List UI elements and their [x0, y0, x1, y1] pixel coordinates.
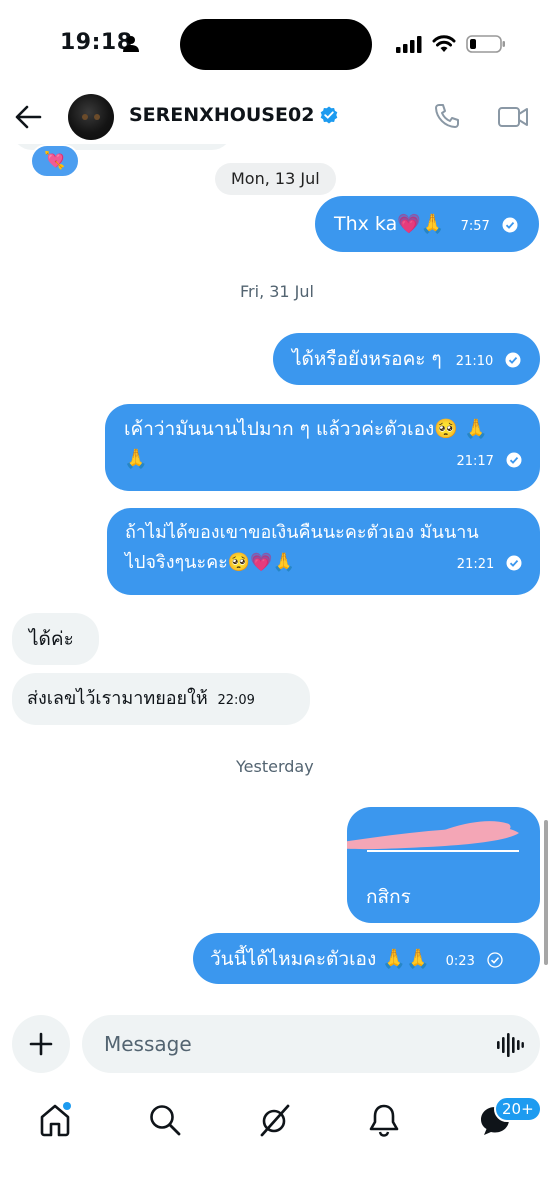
received-message-bubble[interactable]: ส่งเลขไว้เรามาทยอยให้ 22:09	[12, 673, 310, 725]
conversation-header: SERENXHOUSE02	[0, 90, 552, 144]
date-separator: Yesterday	[236, 757, 314, 776]
add-attachment-button[interactable]	[12, 1015, 70, 1073]
read-receipt-icon	[506, 555, 522, 571]
date-separator: Mon, 13 Jul	[215, 163, 336, 195]
message-text: ได้ค่ะ	[29, 628, 74, 650]
phone-call-icon[interactable]	[433, 102, 461, 130]
person-icon	[123, 36, 139, 52]
grok-icon[interactable]	[257, 1102, 293, 1138]
verified-badge-icon	[321, 106, 338, 124]
sent-message-bubble[interactable]: ถ้าไม่ได้ของเขาขอเงินคืนนะคะตัวเอง มันนา…	[107, 508, 540, 595]
message-text: ไปจริงๆนะคะ🥺💗🙏	[125, 552, 296, 573]
sent-receipt-icon	[487, 952, 503, 968]
read-receipt-icon	[502, 217, 518, 233]
message-input[interactable]	[82, 1015, 540, 1073]
wifi-icon	[432, 35, 456, 52]
message-composer	[0, 1012, 552, 1082]
message-timestamp: 21:17	[456, 454, 494, 469]
search-icon[interactable]	[147, 1102, 183, 1138]
contact-name: SERENXHOUSE02	[129, 104, 315, 126]
notification-dot	[63, 1102, 71, 1110]
avatar[interactable]	[68, 94, 114, 140]
back-arrow-icon[interactable]	[14, 104, 42, 130]
message-timestamp: 0:23	[445, 954, 475, 969]
sent-message-bubble[interactable]: กสิกร	[347, 807, 540, 923]
message-timestamp: 21:10	[455, 354, 494, 369]
message-text: เค้าว่ามันนานไปมาก ๆ แล้ววค่ะตัวเอง🥺 🙏	[124, 418, 488, 440]
message-reaction[interactable]: 💘	[30, 144, 80, 178]
conversation-thread[interactable]: 💘 Mon, 13 Jul Thx ka💗🙏 7:57 Fri, 31 Jul …	[0, 90, 552, 1010]
home-indicator	[0, 1180, 552, 1200]
message-timestamp: 21:21	[456, 557, 495, 572]
sent-message-bubble[interactable]: วันนี้ได้ไหมคะตัวเอง 🙏🙏 0:23	[193, 933, 540, 984]
notifications-bell-icon[interactable]	[366, 1102, 402, 1138]
message-text: ได้หรือยังหรอคะ ๆ	[292, 348, 442, 370]
received-message-bubble[interactable]: ได้ค่ะ	[12, 613, 99, 665]
message-text: ถ้าไม่ได้ของเขาขอเงินคืนนะคะตัวเอง มันนา…	[125, 522, 479, 543]
message-timestamp: 7:57	[460, 219, 490, 234]
message-text: Thx ka💗🙏	[334, 213, 445, 235]
bottom-tab-bar	[0, 1090, 552, 1150]
date-separator: Fri, 31 Jul	[240, 282, 314, 301]
scrollbar[interactable]	[544, 820, 548, 965]
battery-icon	[466, 35, 505, 53]
status-bar: 19:18	[0, 0, 552, 90]
conversation-title[interactable]: SERENXHOUSE02	[129, 104, 338, 126]
read-receipt-icon	[506, 452, 522, 468]
sent-message-bubble[interactable]: Thx ka💗🙏 7:57	[315, 196, 539, 252]
message-timestamp: 22:09	[217, 693, 255, 708]
video-call-icon[interactable]	[497, 103, 529, 131]
sent-message-bubble[interactable]: เค้าว่ามันนานไปมาก ๆ แล้ววค่ะตัวเอง🥺 🙏 🙏…	[105, 404, 540, 491]
message-text: ส่งเลขไว้เรามาทยอยให้	[27, 688, 208, 709]
dynamic-island	[180, 19, 372, 70]
redaction-scribble	[347, 821, 519, 852]
message-text: วันนี้ได้ไหมคะตัวเอง 🙏🙏	[210, 948, 430, 970]
sent-message-bubble[interactable]: ได้หรือยังหรอคะ ๆ 21:10	[273, 333, 540, 385]
cellular-signal-icon	[396, 36, 422, 53]
message-text: 🙏	[124, 448, 148, 470]
read-receipt-icon	[505, 352, 521, 368]
plus-icon	[29, 1032, 53, 1056]
messages-badge: 20+	[494, 1096, 542, 1122]
voice-message-icon[interactable]	[496, 1032, 524, 1058]
message-text: กสิกร	[366, 886, 411, 908]
